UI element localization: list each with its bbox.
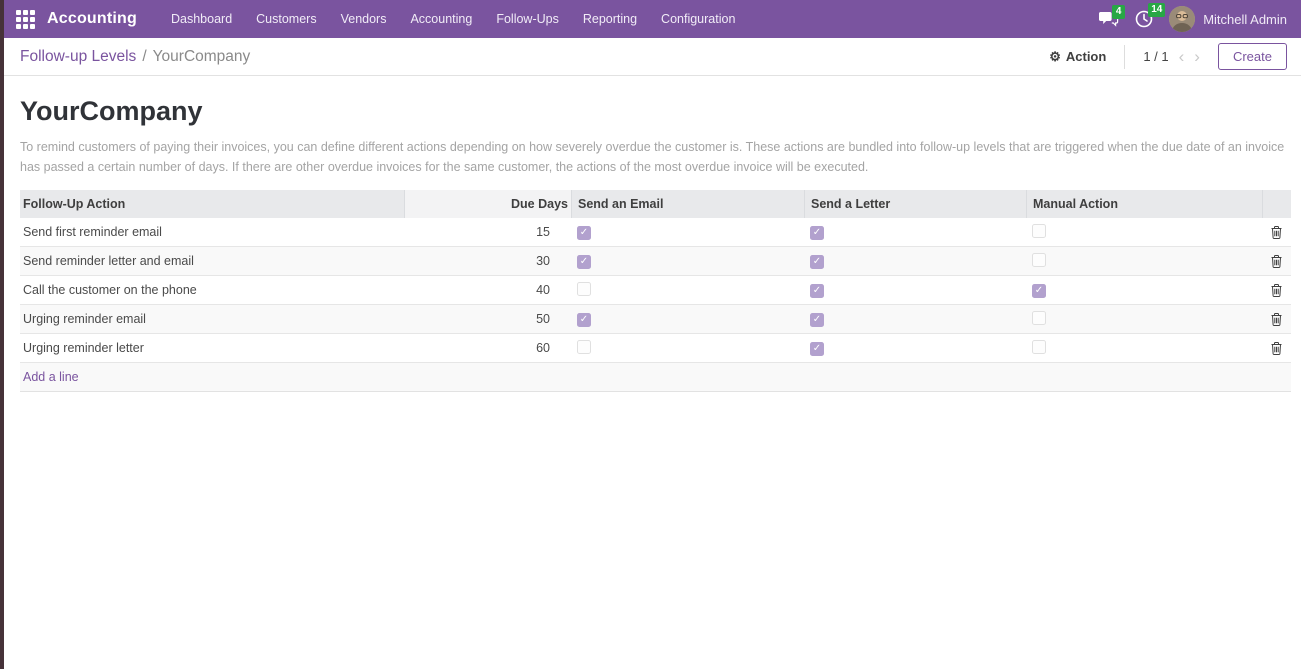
avatar <box>1169 6 1195 32</box>
user-name: Mitchell Admin <box>1203 12 1287 27</box>
page-title: YourCompany <box>20 96 1287 127</box>
divider <box>1124 45 1125 69</box>
delete-row-button[interactable] <box>1271 255 1282 268</box>
pager-previous-icon[interactable]: ‹ <box>1179 48 1185 65</box>
follow-up-action-cell[interactable]: Urging reminder letter <box>20 341 404 355</box>
breadcrumb-current: YourCompany <box>153 48 251 66</box>
nav-item-vendors[interactable]: Vendors <box>329 0 399 38</box>
header-due-days[interactable]: Due Days <box>404 190 571 218</box>
delete-row-button[interactable] <box>1271 342 1282 355</box>
add-line-row: Add a line <box>20 363 1291 392</box>
followup-table-body: Send first reminder email15✓✓Send remind… <box>20 218 1291 363</box>
send-letter-checkbox[interactable]: ✓ <box>810 342 824 356</box>
nav-item-reporting[interactable]: Reporting <box>571 0 649 38</box>
control-panel: Follow-up Levels / YourCompany ⚙ Action … <box>4 38 1301 76</box>
send-email-checkbox[interactable]: ✓ <box>577 313 591 327</box>
table-row[interactable]: Call the customer on the phone40 ✓ ✓ <box>20 276 1291 305</box>
messages-badge: 4 <box>1112 5 1125 19</box>
due-days-cell[interactable]: 30 <box>404 254 571 268</box>
send-email-checkbox[interactable]: ✓ <box>577 226 591 240</box>
followup-levels-table: Follow-Up Action Due Days Send an Email … <box>20 190 1291 392</box>
header-manual-action[interactable]: Manual Action <box>1026 190 1262 218</box>
follow-up-action-cell[interactable]: Send reminder letter and email <box>20 254 404 268</box>
top-navbar: Accounting Dashboard Customers Vendors A… <box>4 0 1301 38</box>
trash-icon <box>1271 313 1282 326</box>
trash-icon <box>1271 342 1282 355</box>
header-delete-column <box>1262 190 1291 218</box>
action-menu-button[interactable]: ⚙ Action <box>1049 49 1106 65</box>
nav-item-configuration[interactable]: Configuration <box>649 0 747 38</box>
trash-icon <box>1271 255 1282 268</box>
manual-action-checkbox[interactable] <box>1032 253 1046 267</box>
app-brand[interactable]: Accounting <box>47 10 137 28</box>
trash-icon <box>1271 284 1282 297</box>
table-row[interactable]: Send first reminder email15 ✓ ✓ <box>20 218 1291 247</box>
trash-icon <box>1271 226 1282 239</box>
breadcrumb-separator: / <box>142 48 146 66</box>
manual-action-checkbox[interactable] <box>1032 340 1046 354</box>
header-follow-up-action[interactable]: Follow-Up Action <box>20 190 404 218</box>
table-row[interactable]: Urging reminder letter60 ✓ <box>20 334 1291 363</box>
follow-up-action-cell[interactable]: Send first reminder email <box>20 225 404 239</box>
manual-action-checkbox[interactable] <box>1032 224 1046 238</box>
delete-row-button[interactable] <box>1271 226 1282 239</box>
pager-value: 1 / 1 <box>1143 49 1168 64</box>
nav-item-dashboard[interactable]: Dashboard <box>159 0 244 38</box>
nav-item-accounting[interactable]: Accounting <box>398 0 484 38</box>
apps-grid-icon[interactable] <box>16 10 35 29</box>
due-days-cell[interactable]: 40 <box>404 283 571 297</box>
breadcrumb: Follow-up Levels / YourCompany <box>20 48 250 66</box>
activities-badge: 14 <box>1148 3 1165 17</box>
due-days-cell[interactable]: 15 <box>404 225 571 239</box>
follow-up-action-cell[interactable]: Call the customer on the phone <box>20 283 404 297</box>
pager-next-icon[interactable]: › <box>1194 48 1200 65</box>
user-menu[interactable]: Mitchell Admin <box>1169 6 1287 32</box>
send-email-checkbox[interactable] <box>577 340 591 354</box>
delete-row-button[interactable] <box>1271 313 1282 326</box>
manual-action-checkbox[interactable] <box>1032 311 1046 325</box>
nav-item-follow-ups[interactable]: Follow-Ups <box>484 0 571 38</box>
activities-button[interactable]: 14 <box>1135 10 1153 28</box>
due-days-cell[interactable]: 60 <box>404 341 571 355</box>
follow-up-action-cell[interactable]: Urging reminder email <box>20 312 404 326</box>
due-days-cell[interactable]: 50 <box>404 312 571 326</box>
header-send-an-email[interactable]: Send an Email <box>571 190 804 218</box>
delete-row-button[interactable] <box>1271 284 1282 297</box>
breadcrumb-followup-levels[interactable]: Follow-up Levels <box>20 48 136 66</box>
manual-action-checkbox[interactable]: ✓ <box>1032 284 1046 298</box>
create-button[interactable]: Create <box>1218 43 1287 70</box>
header-send-a-letter[interactable]: Send a Letter <box>804 190 1026 218</box>
send-letter-checkbox[interactable]: ✓ <box>810 313 824 327</box>
send-letter-checkbox[interactable]: ✓ <box>810 226 824 240</box>
send-letter-checkbox[interactable]: ✓ <box>810 284 824 298</box>
send-letter-checkbox[interactable]: ✓ <box>810 255 824 269</box>
table-row[interactable]: Urging reminder email50 ✓ ✓ <box>20 305 1291 334</box>
add-a-line-link[interactable]: Add a line <box>20 370 1291 384</box>
nav-item-customers[interactable]: Customers <box>244 0 328 38</box>
form-sheet: YourCompany To remind customers of payin… <box>4 96 1301 392</box>
table-row[interactable]: Send reminder letter and email30 ✓ ✓ <box>20 247 1291 276</box>
gear-icon: ⚙ <box>1049 49 1061 65</box>
messages-button[interactable]: 4 <box>1099 12 1119 27</box>
page-description: To remind customers of paying their invo… <box>20 137 1287 177</box>
send-email-checkbox[interactable]: ✓ <box>577 255 591 269</box>
send-email-checkbox[interactable] <box>577 282 591 296</box>
table-header-row: Follow-Up Action Due Days Send an Email … <box>20 190 1291 218</box>
nav-menu: Dashboard Customers Vendors Accounting F… <box>159 0 747 38</box>
